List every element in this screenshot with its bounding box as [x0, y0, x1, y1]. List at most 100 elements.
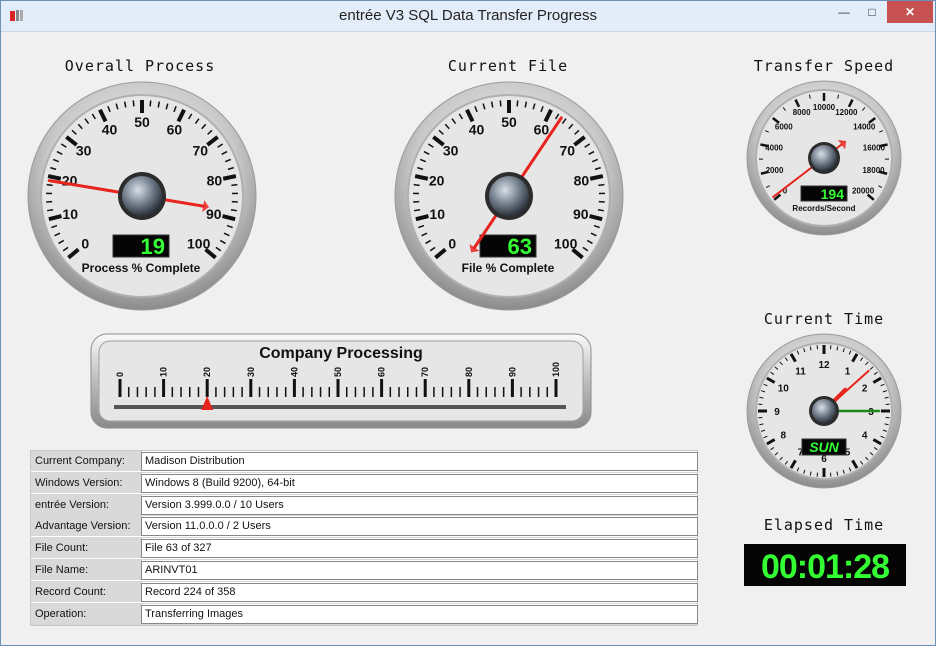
scale-label: 20 [202, 367, 212, 377]
scale-label: 0 [115, 372, 125, 377]
dial-label: 40 [102, 122, 118, 138]
info-row: Operation: Transferring Images [31, 603, 698, 626]
info-value-field: File 63 of 327 [141, 539, 698, 559]
close-button[interactable]: ✕ [887, 1, 933, 23]
clock-number: 4 [862, 431, 868, 442]
dial-tick [490, 101, 494, 108]
dial-label: 20000 [852, 187, 875, 196]
dial-tick [47, 209, 54, 212]
info-label: File Count: [31, 538, 142, 559]
clock-number: 1 [845, 366, 851, 377]
clock-number: 2 [862, 384, 868, 395]
info-label: Advantage Version: [31, 516, 142, 537]
dial-tick [231, 183, 238, 187]
info-value-field: ARINVT01 [141, 560, 698, 580]
dial-tick [516, 100, 519, 107]
dial-tick [123, 101, 127, 108]
dial-label: 60 [167, 122, 183, 138]
current-file-gauge: 010 20 30 40 50 60 70 80 90 100 63 File % Complet… [394, 81, 624, 311]
dial-tick [149, 100, 152, 107]
info-row: File Count: File 63 of 327 [31, 538, 698, 560]
clock-number: 11 [795, 366, 806, 377]
dial-tick [524, 101, 528, 108]
scale-label: 70 [420, 367, 430, 377]
scale-label: 90 [507, 367, 517, 377]
elapsed-time-title: Elapsed Time [763, 516, 885, 534]
dial-label: 20 [429, 173, 445, 189]
info-row: Advantage Version: Version 11.0.0.0 / 2 U… [31, 516, 698, 539]
transfer-speed-title: Transfer Speed [753, 57, 895, 75]
clock-number: 12 [818, 360, 830, 371]
scale-label: 10 [159, 367, 169, 377]
dial-label: 40 [469, 122, 485, 138]
current-time-title: Current Time [763, 310, 885, 328]
dial-label: 90 [573, 206, 589, 222]
dial-label: 70 [193, 142, 209, 158]
scale-label: 60 [377, 367, 387, 377]
scale-label: 40 [289, 367, 299, 377]
dial-tick [589, 174, 604, 181]
dial-label: 100 [554, 236, 578, 252]
dial-label: 16000 [863, 143, 886, 152]
maximize-button[interactable]: □ [857, 1, 887, 23]
dial-label: 10 [62, 206, 78, 222]
dial-label: 50 [134, 114, 150, 130]
info-label: Current Company: [31, 451, 142, 471]
current-file-title: Current File [447, 57, 569, 75]
dial-label: 14000 [853, 122, 876, 131]
dial-tick [230, 209, 237, 212]
info-label: Windows Version: [31, 472, 142, 493]
speed-display: 194 [821, 186, 845, 202]
transfer-speed-gauge: 0200040006000800010000120001400016000180… [746, 80, 902, 236]
overall-process-gauge: 010203040 50 60708090100 19 Process % Comp… [27, 81, 257, 311]
dial-tick [414, 209, 421, 212]
speed-caption: Records/Second [792, 204, 855, 213]
dial-label: 0 [448, 236, 456, 252]
title-bar[interactable]: entrée V3 SQL Data Transfer Progress — □… [1, 1, 935, 32]
dial-label: 90 [206, 206, 222, 222]
dial-label: 8000 [793, 108, 811, 117]
dial-label: 6000 [775, 122, 793, 131]
file-percent-display: 63 [508, 234, 532, 259]
dial-label: 80 [574, 173, 590, 189]
scale-label: 80 [464, 367, 474, 377]
info-value-field: Version 11.0.0.0 / 2 Users [141, 517, 698, 537]
info-row: Windows Version: Windows 8 (Build 9200), … [31, 472, 698, 495]
info-label: File Name: [31, 559, 142, 580]
dial-label: 0 [81, 236, 89, 252]
info-value-field: Version 3.999.0.0 / 10 Users [141, 495, 698, 515]
info-row: File Name: ARINVT01 [31, 559, 698, 582]
info-table: Current Company: Madison Distribution Wind… [30, 450, 698, 627]
dial-label: 4000 [765, 143, 783, 152]
dial-label: 30 [443, 142, 459, 158]
dial-label: 50 [501, 114, 517, 130]
dial-label: 100 [187, 236, 211, 252]
minimize-button[interactable]: — [829, 1, 859, 23]
company-processing-title: Company Processing [259, 345, 423, 362]
dial-tick [413, 183, 420, 187]
company-processing-gauge: Company Processing 0 10 20 30 40 50 60 70 80 90 10… [90, 333, 592, 429]
dial-tick [132, 100, 135, 107]
dial-tick [598, 183, 605, 187]
info-value-field: Windows 8 (Build 9200), 64-bit [141, 473, 698, 493]
elapsed-time-value: 00:01:28 [761, 548, 889, 586]
elapsed-time-display: 00:01:28 [744, 544, 906, 586]
scale-label: 100 [551, 362, 561, 377]
clock-number: 3 [868, 407, 874, 418]
dial-label: 18000 [862, 166, 885, 175]
dial-tick [46, 183, 53, 187]
scale-label: 50 [333, 367, 343, 377]
info-value-field: Transferring Images [141, 604, 698, 624]
dial-label: 10 [429, 206, 445, 222]
overall-caption: Process % Complete [82, 261, 201, 275]
dial-label: 80 [207, 173, 223, 189]
dial-label: 2000 [766, 166, 784, 175]
file-caption: File % Complete [462, 261, 555, 275]
dial-label: 30 [76, 142, 92, 158]
info-row: Record Count: Record 224 of 358 [31, 581, 698, 604]
dial-label: 60 [534, 122, 550, 138]
dial-label: 12000 [835, 108, 858, 117]
day-display: SUN [809, 439, 839, 455]
info-row: entrée Version: Version 3.999.0.0 / 10 Us… [31, 494, 698, 517]
window-title: entrée V3 SQL Data Transfer Progress [339, 7, 597, 24]
